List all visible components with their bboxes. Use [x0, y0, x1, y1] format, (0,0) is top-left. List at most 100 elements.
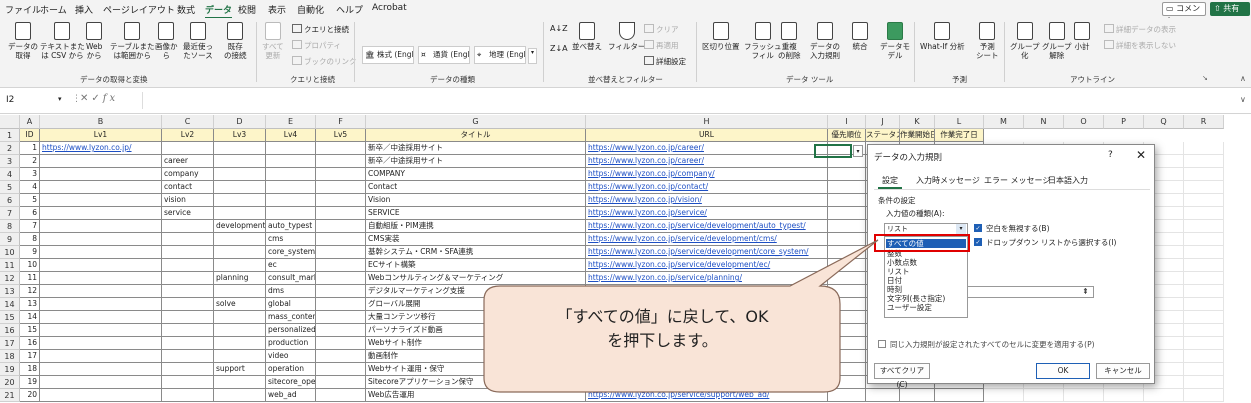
table-cell[interactable]: 17 — [20, 350, 40, 363]
table-cell[interactable]: 10 — [20, 259, 40, 272]
table-cell[interactable]: 大量コンテンツ移行 — [366, 311, 586, 324]
text-to-columns-button[interactable]: 区切り位置 — [702, 22, 740, 51]
table-cell[interactable]: CMS実装 — [366, 233, 586, 246]
clear-all-button[interactable]: すべてクリア(C) — [874, 363, 930, 389]
table-cell[interactable]: auto_typest — [266, 220, 316, 233]
sort-button[interactable]: 並べ替え — [572, 22, 602, 51]
table-cell[interactable] — [162, 337, 214, 350]
table-cell[interactable]: 新卒／中途採用サイト — [366, 155, 586, 168]
table-cell[interactable]: 5 — [20, 194, 40, 207]
table-cell[interactable]: 9 — [20, 246, 40, 259]
table-cell[interactable] — [828, 207, 866, 220]
table-cell[interactable] — [316, 233, 366, 246]
table-cell[interactable]: 20 — [20, 389, 40, 402]
table-cell[interactable]: https://www.lyzon.co.jp/service/developm… — [586, 220, 828, 233]
table-cell[interactable]: 4 — [20, 181, 40, 194]
header-cell[interactable]: ID — [20, 129, 40, 142]
table-cell[interactable]: consult_market — [266, 272, 316, 285]
table-cell[interactable] — [40, 272, 162, 285]
table-cell[interactable] — [40, 194, 162, 207]
table-cell[interactable] — [316, 376, 366, 389]
table-cell[interactable]: https://www.lyzon.co.jp/contact/ — [586, 181, 828, 194]
table-cell[interactable]: https://www.lyzon.co.jp/company/ — [586, 168, 828, 181]
image-button[interactable]: 画像から — [155, 22, 178, 60]
table-cell[interactable]: https://www.lyzon.co.jp/service/planning… — [586, 272, 828, 285]
table-cell[interactable]: COMPANY — [366, 168, 586, 181]
table-cell[interactable] — [162, 350, 214, 363]
table-cell[interactable]: support — [214, 363, 266, 376]
table-cell[interactable]: 6 — [20, 207, 40, 220]
comment-button[interactable]: ▭ コメント — [1162, 2, 1206, 25]
table-cell[interactable] — [1144, 389, 1184, 402]
table-cell[interactable] — [586, 285, 828, 298]
table-cell[interactable] — [1184, 194, 1224, 207]
table-cell[interactable] — [828, 298, 866, 311]
table-cell[interactable] — [162, 298, 214, 311]
table-cell[interactable]: デジタルマーケティング支援 — [366, 285, 586, 298]
header-cell[interactable]: Lv2 — [162, 129, 214, 142]
table-cell[interactable] — [266, 168, 316, 181]
confirm-icon[interactable]: ✓ — [91, 93, 102, 104]
menu-file[interactable]: ファイル — [5, 3, 41, 16]
table-cell[interactable] — [214, 194, 266, 207]
table-cell[interactable]: web_ad — [266, 389, 316, 402]
table-cell[interactable] — [1184, 181, 1224, 194]
workbook-links-button[interactable]: ブックのリンク — [292, 56, 357, 67]
table-cell[interactable] — [40, 259, 162, 272]
header-cell[interactable]: 作業開始日 — [900, 129, 935, 142]
table-cell[interactable]: contact — [162, 181, 214, 194]
table-cell[interactable] — [1064, 389, 1104, 402]
cell-dropdown-button[interactable]: ▾ — [853, 145, 863, 157]
table-cell[interactable] — [316, 363, 366, 376]
table-cell[interactable] — [40, 246, 162, 259]
table-cell[interactable] — [40, 233, 162, 246]
table-cell[interactable] — [1184, 272, 1224, 285]
ungroup-button[interactable]: グループ 解除 — [1042, 22, 1072, 60]
table-cell[interactable] — [40, 220, 162, 233]
column-header[interactable]: O — [1064, 115, 1104, 129]
row-header[interactable]: 4 — [0, 168, 20, 181]
row-header[interactable]: 15 — [0, 311, 20, 324]
table-cell[interactable] — [266, 155, 316, 168]
table-cell[interactable] — [162, 311, 214, 324]
table-cell[interactable] — [40, 389, 162, 402]
table-cell[interactable] — [1184, 285, 1224, 298]
table-cell[interactable]: 19 — [20, 376, 40, 389]
table-cell[interactable] — [316, 168, 366, 181]
table-cell[interactable]: 8 — [20, 233, 40, 246]
table-cell[interactable] — [935, 389, 984, 402]
table-cell[interactable]: Sitecoreアプリケーション保守 — [366, 376, 586, 389]
row-header[interactable]: 12 — [0, 272, 20, 285]
table-cell[interactable] — [266, 194, 316, 207]
row-header[interactable]: 11 — [0, 259, 20, 272]
table-cell[interactable] — [828, 324, 866, 337]
group-button[interactable]: グループ化 — [1010, 22, 1040, 60]
column-header[interactable]: M — [984, 115, 1024, 129]
tab-error-message[interactable]: エラー メッセージ — [984, 175, 1050, 186]
table-cell[interactable]: 16 — [20, 337, 40, 350]
option-decimal[interactable]: 小数点数 — [887, 258, 917, 267]
forecast-sheet-button[interactable]: 予測 シート — [976, 22, 999, 60]
table-cell[interactable]: 15 — [20, 324, 40, 337]
table-cell[interactable]: Webサイト制作 — [366, 337, 586, 350]
table-cell[interactable] — [214, 181, 266, 194]
table-cell[interactable] — [828, 285, 866, 298]
row-header[interactable]: 1 — [0, 129, 20, 142]
show-detail-button[interactable]: 詳細データの表示 — [1104, 24, 1176, 35]
table-cell[interactable] — [162, 272, 214, 285]
table-cell[interactable]: personalizedmovie — [266, 324, 316, 337]
menu-acrobat[interactable]: Acrobat — [372, 3, 407, 13]
table-cell[interactable] — [40, 285, 162, 298]
table-cell[interactable] — [40, 376, 162, 389]
column-header[interactable]: K — [900, 115, 935, 129]
subtotal-button[interactable]: 小計 — [1074, 22, 1090, 51]
table-cell[interactable]: https://www.lyzon.co.jp/service/developm… — [586, 259, 828, 272]
header-cell[interactable]: 作業完了日 — [935, 129, 984, 142]
queries-button[interactable]: クエリと接続 — [292, 24, 349, 35]
filter-button[interactable]: フィルター — [608, 22, 645, 51]
table-cell[interactable] — [162, 285, 214, 298]
table-cell[interactable]: https://www.lyzon.co.jp/service/support/… — [586, 389, 828, 402]
row-header[interactable]: 5 — [0, 181, 20, 194]
clear-button[interactable]: クリア — [644, 24, 679, 35]
table-cell[interactable] — [1184, 246, 1224, 259]
